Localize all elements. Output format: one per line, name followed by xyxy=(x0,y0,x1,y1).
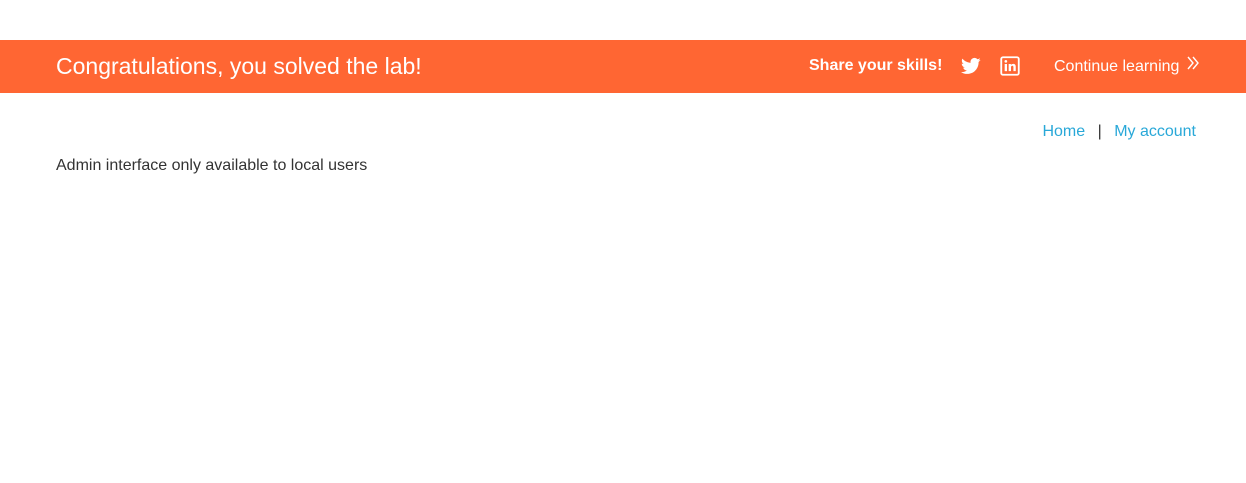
admin-access-message: Admin interface only available to local … xyxy=(56,157,368,174)
chevron-double-right-icon xyxy=(1187,39,1200,92)
twitter-icon[interactable] xyxy=(961,56,981,76)
continue-learning-link[interactable]: Continue learning xyxy=(1054,40,1200,93)
continue-learning-label: Continue learning xyxy=(1054,58,1180,75)
my-account-link[interactable]: My account xyxy=(1114,123,1196,140)
home-link[interactable]: Home xyxy=(1042,123,1085,140)
nav-separator: | xyxy=(1097,123,1102,140)
linkedin-icon[interactable] xyxy=(1000,56,1020,76)
top-navigation: Home | My account xyxy=(1042,122,1196,142)
share-skills-label: Share your skills! xyxy=(809,57,943,74)
banner-title: Congratulations, you solved the lab! xyxy=(56,53,422,79)
lab-solved-banner: Congratulations, you solved the lab! Sha… xyxy=(0,40,1246,93)
